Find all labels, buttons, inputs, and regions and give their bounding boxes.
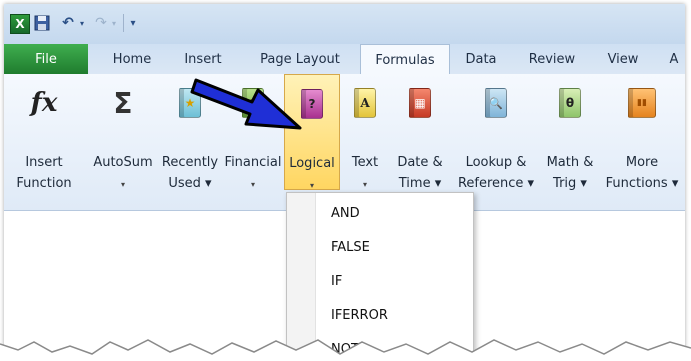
financial-label: Financial ▾ xyxy=(224,155,282,189)
customize-qat-icon[interactable]: ▾ xyxy=(128,14,138,32)
insert-function-button[interactable]: fx Insert Function xyxy=(4,74,84,191)
stack-books-icon: ▮▮ xyxy=(627,86,657,120)
redo-dropdown-icon: ▾ xyxy=(111,18,116,28)
logical-label: Logical ▾ xyxy=(289,156,335,190)
sigma-icon: Σ xyxy=(113,86,133,120)
text-book-icon: A xyxy=(350,86,380,120)
excel-app-icon[interactable]: X xyxy=(10,14,30,34)
math-trig-label: Math & Trig ▾ xyxy=(546,155,594,191)
menu-item-false[interactable]: FALSE xyxy=(315,231,473,263)
formulas-ribbon: fx Insert Function Σ AutoSum ▾ ★ Recently U… xyxy=(4,74,685,211)
save-icon[interactable] xyxy=(34,14,50,32)
text-button[interactable]: A Text ▾ xyxy=(342,74,388,190)
tab-formulas[interactable]: Formulas xyxy=(360,44,450,75)
tab-home[interactable]: Home xyxy=(102,44,162,74)
lookup-reference-button[interactable]: 🔍 Lookup & Reference ▾ xyxy=(454,74,538,191)
excel-window: X ↶ ▾ ↷ ▾ ▾ File Home Insert Page Layout… xyxy=(4,4,685,355)
insert-function-label: Insert Function xyxy=(16,155,72,191)
text-label: Text ▾ xyxy=(351,155,379,189)
torn-paper-edge xyxy=(0,339,691,361)
annotation-arrow-icon xyxy=(190,78,302,130)
ribbon-tab-row: File Home Insert Page Layout Formulas Da… xyxy=(4,44,685,75)
redo-icon: ↷ xyxy=(95,15,107,31)
menu-item-and[interactable]: AND xyxy=(315,197,473,229)
undo-dropdown-icon[interactable]: ▾ xyxy=(78,14,86,32)
qat-separator xyxy=(123,14,124,32)
more-functions-button[interactable]: ▮▮ More Functions ▾ xyxy=(600,74,684,191)
menu-item-iferror[interactable]: IFERROR xyxy=(315,299,473,331)
recently-used-label: Recently Used ▾ xyxy=(161,155,219,191)
undo-icon[interactable]: ↶ xyxy=(60,14,76,32)
tab-truncated[interactable]: A xyxy=(664,44,684,74)
theta-book-icon: θ xyxy=(555,86,585,120)
menu-item-if[interactable]: IF xyxy=(315,265,473,297)
more-functions-label: More Functions ▾ xyxy=(605,155,679,191)
autosum-label: AutoSum ▾ xyxy=(93,155,153,189)
autosum-button[interactable]: Σ AutoSum ▾ xyxy=(88,74,158,190)
tab-file[interactable]: File xyxy=(4,44,88,74)
tab-review[interactable]: Review xyxy=(520,44,584,74)
lookup-reference-label: Lookup & Reference ▾ xyxy=(457,155,535,191)
math-trig-button[interactable]: θ Math & Trig ▾ xyxy=(540,74,600,191)
magnifier-book-icon: 🔍 xyxy=(481,86,511,120)
date-time-button[interactable]: ▦ Date & Time ▾ xyxy=(392,74,448,191)
tab-data[interactable]: Data xyxy=(456,44,506,74)
calendar-book-icon: ▦ xyxy=(405,86,435,120)
quick-access-toolbar: X ↶ ▾ ↷ ▾ ▾ xyxy=(4,4,685,44)
date-time-label: Date & Time ▾ xyxy=(397,155,443,191)
tab-view[interactable]: View xyxy=(600,44,646,74)
fx-icon: fx xyxy=(30,88,58,118)
